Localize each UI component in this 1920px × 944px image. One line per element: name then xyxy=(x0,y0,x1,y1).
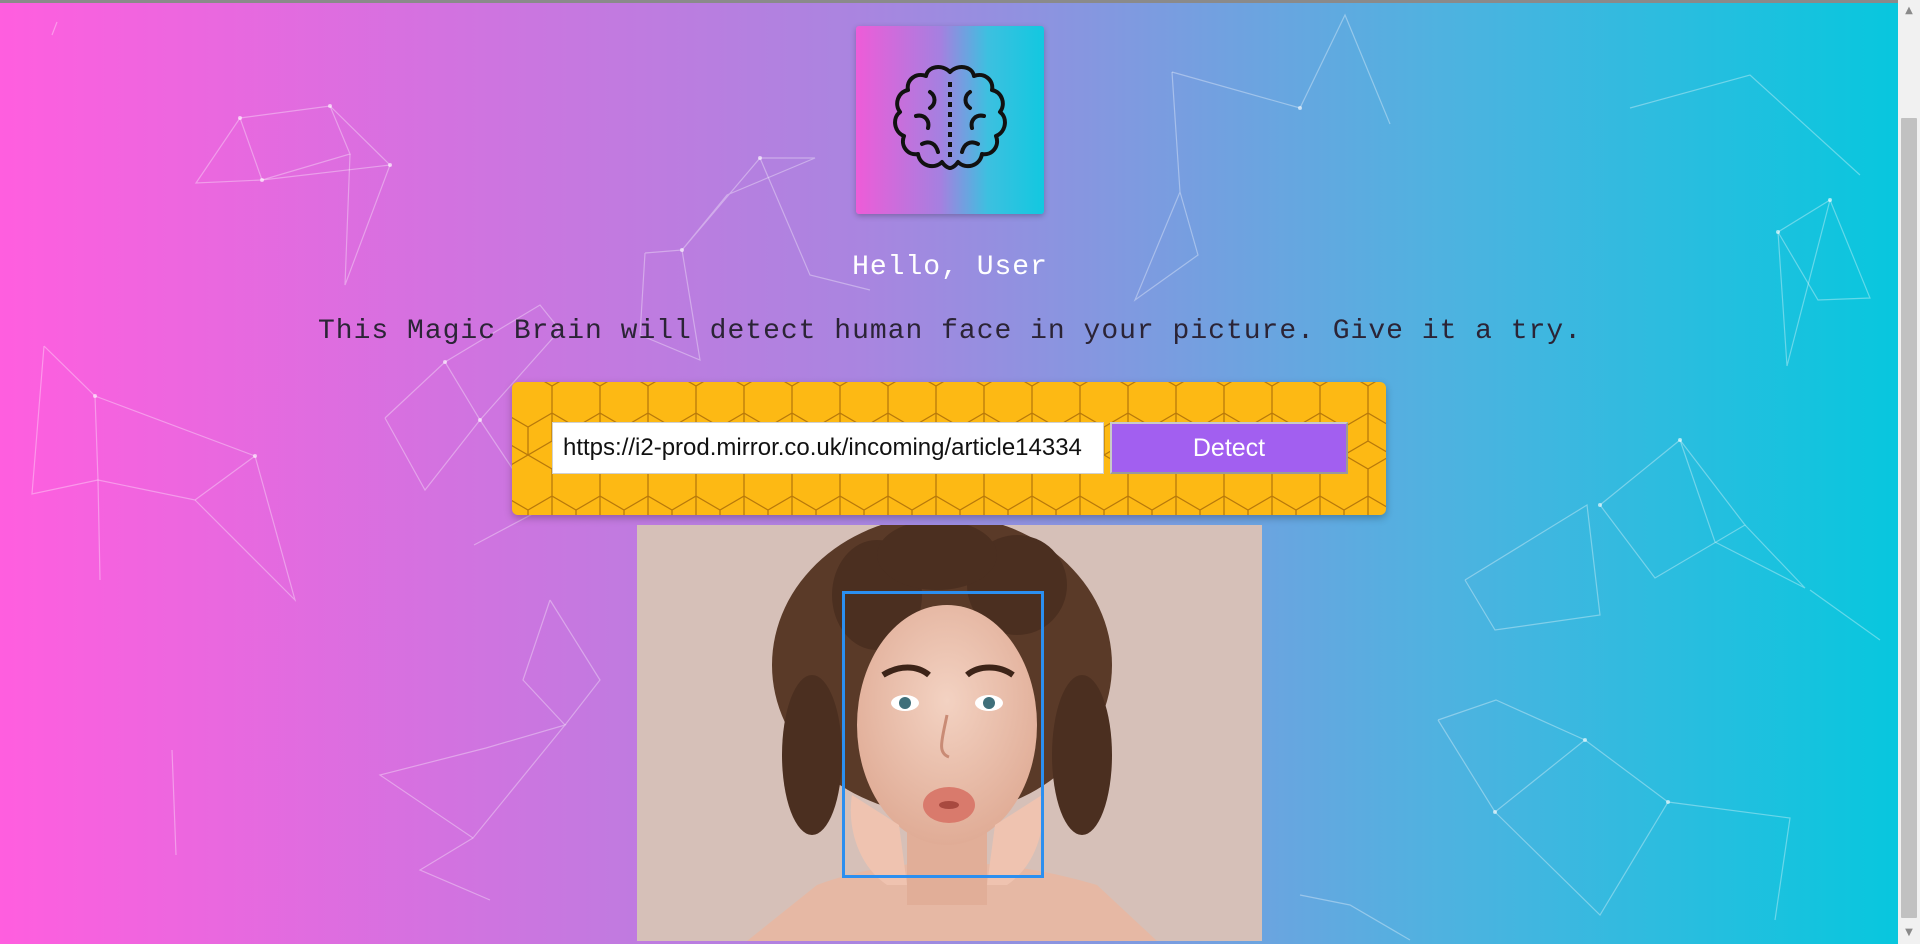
logo-card xyxy=(856,26,1044,214)
brain-icon xyxy=(893,65,1007,170)
face-bounding-box xyxy=(842,591,1044,878)
image-url-form: Detect xyxy=(512,382,1386,515)
scroll-thumb[interactable] xyxy=(1901,118,1917,918)
tagline-text: This Magic Brain will detect human face … xyxy=(318,316,1582,347)
detect-button[interactable]: Detect xyxy=(1110,422,1348,474)
image-url-input[interactable] xyxy=(552,422,1104,474)
scroll-down-arrow-icon[interactable]: ▼ xyxy=(1898,924,1920,942)
scroll-up-arrow-icon[interactable]: ▲ xyxy=(1898,2,1920,20)
result-photo xyxy=(637,525,1262,941)
greeting-text: Hello, User xyxy=(852,252,1048,283)
vertical-scrollbar[interactable]: ▲ ▼ xyxy=(1898,0,1920,944)
